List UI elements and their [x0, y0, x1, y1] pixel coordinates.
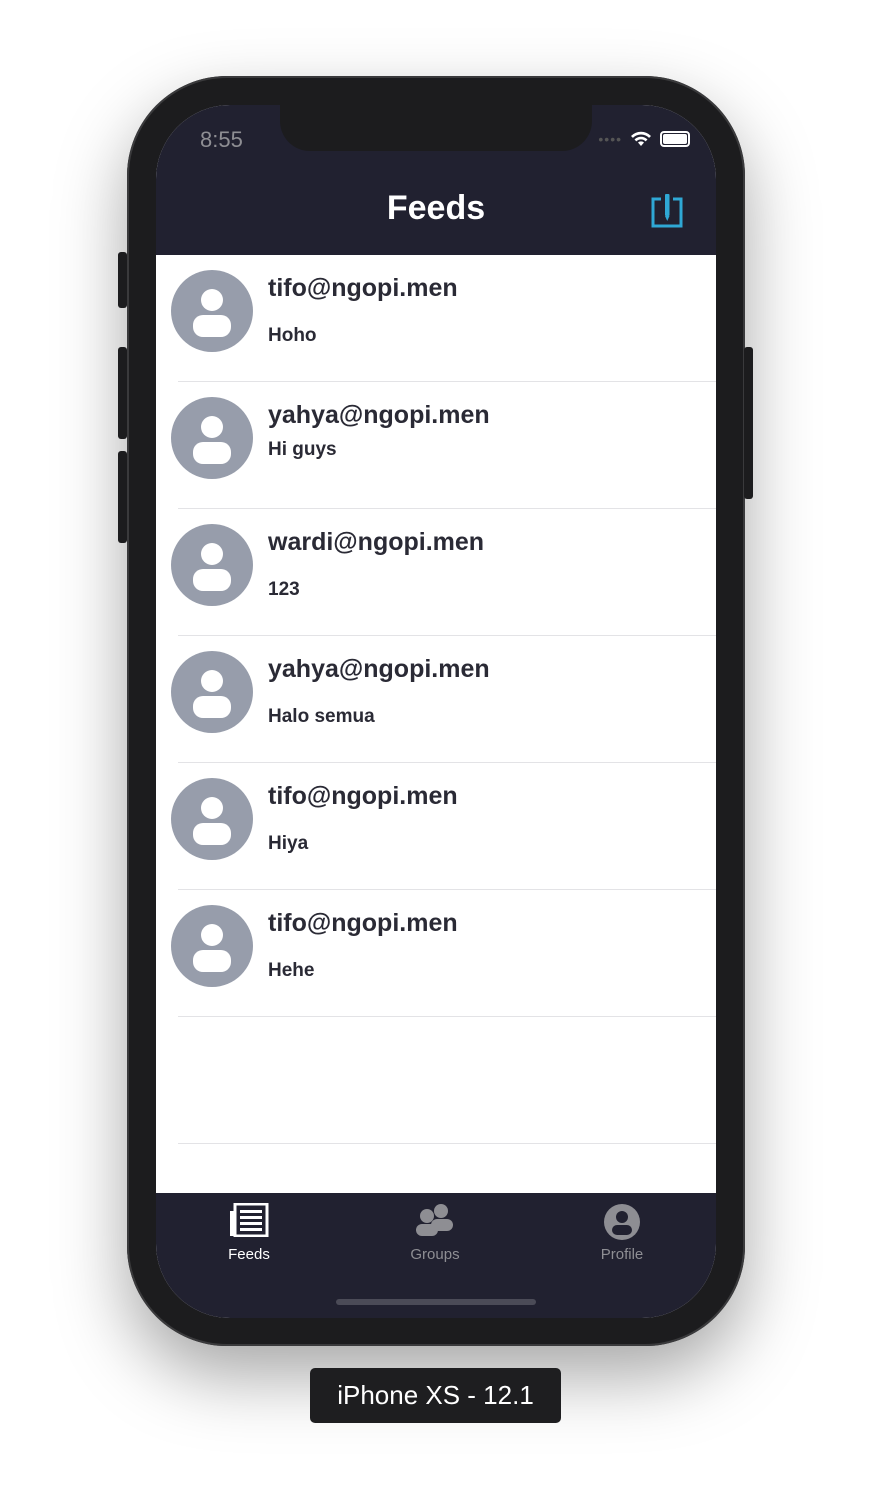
tab-profile-label: Profile — [600, 1246, 644, 1263]
battery-icon — [660, 131, 690, 147]
groups-icon — [416, 1204, 453, 1236]
compose-icon — [651, 194, 683, 228]
feed-username: yahya@ngopi.men — [268, 655, 490, 683]
device-caption: iPhone XS - 12.1 — [310, 1368, 561, 1423]
feed-item[interactable]: yahya@ngopi.men Hi guys — [156, 382, 716, 509]
empty-row — [156, 1017, 716, 1144]
tab-groups-label: Groups — [410, 1246, 460, 1263]
wifi-icon — [631, 131, 651, 146]
feed-list[interactable]: tifo@ngopi.men Hoho yahya@ngopi.men Hi g… — [156, 255, 716, 1144]
profile-icon — [604, 1204, 640, 1240]
tab-groups[interactable]: Groups — [365, 1203, 505, 1263]
feed-item[interactable]: yahya@ngopi.men Halo semua — [156, 636, 716, 763]
home-indicator[interactable] — [336, 1299, 536, 1305]
page-title: Feeds — [386, 189, 486, 227]
feed-message: Hoho — [268, 325, 317, 346]
avatar-icon — [171, 651, 253, 733]
power-button — [744, 347, 753, 499]
status-indicators: •••• — [598, 131, 690, 147]
avatar-icon — [171, 270, 253, 352]
signal-icon: •••• — [598, 131, 622, 147]
feed-item[interactable]: tifo@ngopi.men Hoho — [156, 255, 716, 382]
avatar-icon — [171, 524, 253, 606]
feed-message: Halo semua — [268, 706, 375, 727]
feed-username: yahya@ngopi.men — [268, 401, 490, 429]
silent-switch — [118, 252, 127, 308]
feed-message: Hiya — [268, 833, 309, 854]
feed-message: Hehe — [268, 960, 315, 981]
tab-bar: Feeds Groups Profile — [156, 1193, 716, 1318]
tab-feeds[interactable]: Feeds — [179, 1202, 319, 1263]
volume-down-button — [118, 451, 127, 543]
avatar-icon — [171, 778, 253, 860]
feed-message: Hi guys — [268, 439, 337, 460]
compose-button[interactable] — [650, 193, 684, 229]
feed-username: wardi@ngopi.men — [268, 528, 485, 556]
tab-feeds-label: Feeds — [228, 1246, 270, 1263]
status-time: 8:55 — [200, 127, 243, 152]
row-separator — [178, 1143, 716, 1144]
avatar-icon — [171, 397, 253, 479]
navigation-bar: 8:55 •••• Feeds — [156, 105, 716, 255]
feed-item[interactable]: wardi@ngopi.men 123 — [156, 509, 716, 636]
feed-username: tifo@ngopi.men — [268, 274, 458, 302]
feed-username: tifo@ngopi.men — [268, 909, 458, 937]
avatar-icon — [171, 905, 253, 987]
volume-up-button — [118, 347, 127, 439]
feeds-icon — [230, 1202, 269, 1238]
feed-message: 123 — [268, 579, 300, 600]
feed-item[interactable]: tifo@ngopi.men Hiya — [156, 763, 716, 890]
feed-username: tifo@ngopi.men — [268, 782, 458, 810]
notch — [280, 105, 592, 151]
tab-profile[interactable]: Profile — [552, 1203, 692, 1263]
screen: 8:55 •••• Feeds tifo@ngopi.men Hoho yahy… — [156, 105, 716, 1318]
feed-item[interactable]: tifo@ngopi.men Hehe — [156, 890, 716, 1017]
